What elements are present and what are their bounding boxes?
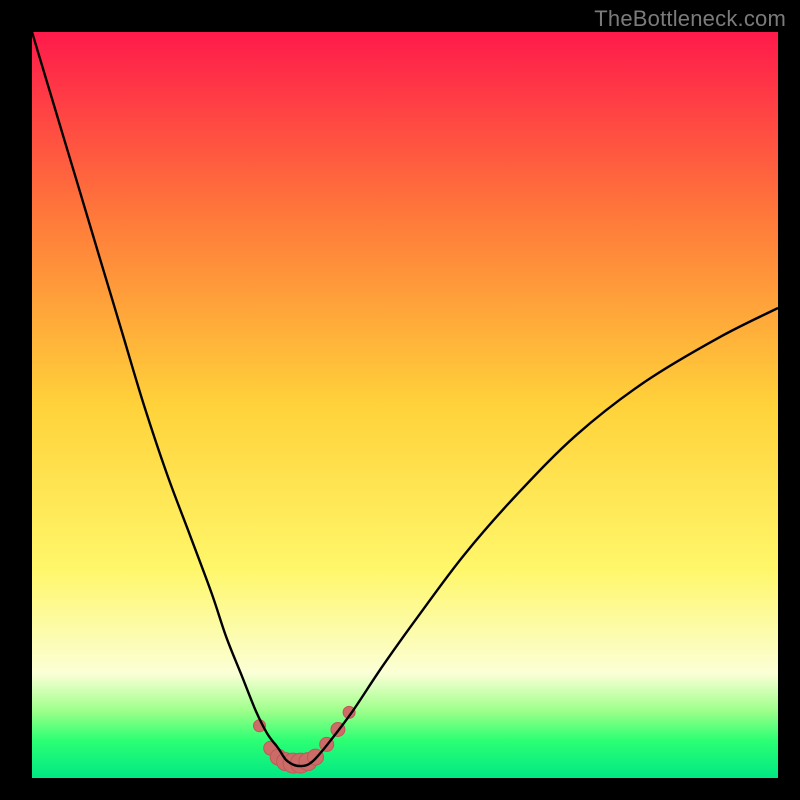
chart-svg xyxy=(32,32,778,778)
chart-outer-frame: TheBottleneck.com xyxy=(0,0,800,800)
watermark-text: TheBottleneck.com xyxy=(594,6,786,32)
plot-area xyxy=(32,32,778,778)
